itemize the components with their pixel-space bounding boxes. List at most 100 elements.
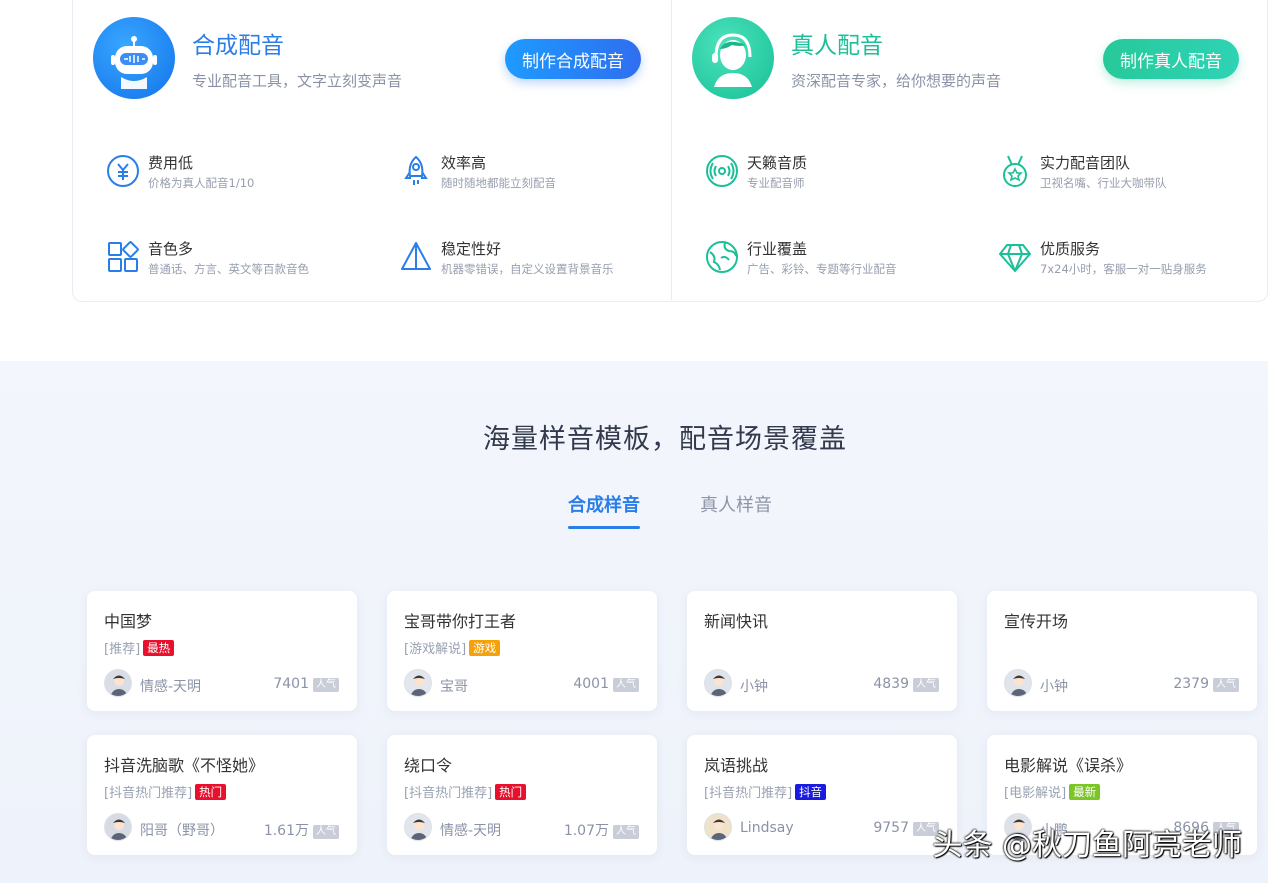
popularity: 4839 人气: [873, 676, 939, 692]
synth-title: 合成配音: [192, 33, 284, 59]
feature-desc: 机器零错误，自定义设置背景音乐: [441, 262, 614, 276]
headset-person-icon: [692, 17, 774, 99]
card-category: [抖音热门推荐]: [104, 786, 193, 801]
template-card[interactable]: 岚语挑战 [抖音热门推荐] 抖音 Lindsay 9757 人气: [687, 735, 957, 855]
card-badge: 最新: [1069, 784, 1101, 800]
voice-name: 小钟: [740, 679, 768, 695]
synth-panel: 合成配音 专业配音工具，文字立刻变声音 制作合成配音 费用低 价格为真人配音1/…: [73, 0, 671, 300]
card-badge: 抖音: [795, 784, 827, 800]
popularity-label: 人气: [313, 825, 339, 839]
feature-team: 实力配音团队 卫视名嘴、行业大咖带队: [998, 152, 1268, 192]
card-tags: [抖音热门推荐] 抖音: [704, 782, 827, 801]
card-badge: 游戏: [469, 640, 501, 656]
tab-human-samples[interactable]: 真人样音: [700, 491, 772, 517]
card-tags: [抖音热门推荐] 热门: [104, 782, 227, 801]
feature-title: 音色多: [148, 240, 194, 258]
card-tags: [游戏解说] 游戏: [404, 638, 501, 657]
card-badge: 热门: [195, 784, 227, 800]
feature-title: 费用低: [148, 154, 194, 172]
watermark: 头条 @秋刀鱼阿亮老师: [932, 828, 1242, 863]
medal-icon: [1003, 155, 1027, 187]
voice-name: 情感-天明: [440, 823, 502, 839]
voice-avatar: [704, 669, 732, 697]
popularity-label: 人气: [613, 825, 639, 839]
popularity-label: 人气: [313, 678, 339, 692]
template-card[interactable]: 抖音洗脑歌《不怪她》 [抖音热门推荐] 热门阳哥（野哥） 1.61万 人气: [87, 735, 357, 855]
popularity-label: 人气: [613, 678, 639, 692]
card-badge: 热门: [495, 784, 527, 800]
tab-synth-samples[interactable]: 合成样音: [568, 491, 640, 517]
popularity-count: 1.61万: [263, 823, 309, 839]
feature-title: 天籁音质: [747, 154, 808, 172]
popularity: 1.61万 人气: [264, 820, 339, 840]
card-category: [抖音热门推荐]: [704, 786, 793, 801]
human-title: 真人配音: [791, 33, 883, 59]
feature-desc: 价格为真人配音1/10: [148, 176, 255, 190]
voice-name: 宝哥: [440, 679, 468, 695]
feature-voices: 音色多 普通话、方言、英文等百款音色: [106, 238, 386, 278]
card-category: [抖音热门推荐]: [404, 786, 493, 801]
voice-avatar: [404, 813, 432, 841]
card-title: 宣传开场: [1004, 612, 1069, 631]
feature-desc: 7x24小时，客服一对一贴身服务: [1040, 262, 1207, 276]
feature-desc: 广告、彩铃、专题等行业配音: [747, 262, 897, 276]
card-title: 电影解说《误杀》: [1004, 756, 1133, 775]
make-human-dub-button[interactable]: 制作真人配音: [1103, 39, 1239, 79]
feature-title: 行业覆盖: [747, 240, 808, 258]
card-category: [电影解说]: [1004, 786, 1067, 801]
feature-title: 优质服务: [1040, 240, 1101, 258]
template-card[interactable]: 绕口令 [抖音热门推荐] 热门情感-天明 1.07万 人气: [387, 735, 657, 855]
make-synth-dub-button[interactable]: 制作合成配音: [505, 39, 641, 79]
card-tags: [抖音热门推荐] 热门: [404, 782, 527, 801]
voice-name: 小钟: [1040, 679, 1068, 695]
template-card[interactable]: 新闻快讯小钟 4839 人气: [687, 591, 957, 711]
voice-name: 情感-天明: [140, 679, 202, 695]
popularity: 2379 人气: [1173, 676, 1239, 692]
voice-avatar: [104, 669, 132, 697]
card-title: 中国梦: [104, 612, 153, 631]
section-title: 海量样音模板，配音场景覆盖: [483, 424, 847, 455]
popularity-count: 2379: [1173, 676, 1209, 692]
feature-sound-quality: 天籁音质 专业配音师: [705, 152, 985, 192]
feature-title: 效率高: [441, 154, 487, 172]
voice-avatar: [404, 669, 432, 697]
feature-desc: 随时随地都能立刻配音: [441, 176, 556, 190]
popularity: 7401 人气: [273, 676, 339, 692]
card-category: [游戏解说]: [404, 642, 467, 657]
template-card[interactable]: 中国梦 [推荐] 最热情感-天明 7401 人气: [87, 591, 357, 711]
feature-panels: 合成配音 专业配音工具，文字立刻变声音 制作合成配音 费用低 价格为真人配音1/…: [72, 0, 1268, 302]
voice-name: 阳哥（野哥）: [140, 823, 224, 839]
pyramid-icon: [401, 242, 431, 270]
popularity-label: 人气: [913, 678, 939, 692]
card-category: [推荐]: [104, 642, 141, 657]
rocket-icon: [404, 155, 428, 185]
card-title: 绕口令: [404, 756, 453, 775]
popularity: 9757 人气: [873, 820, 939, 836]
template-card[interactable]: 宝哥带你打王者 [游戏解说] 游戏 宝哥 4001 人气: [387, 591, 657, 711]
grid-icon: [108, 241, 139, 272]
template-card[interactable]: 宣传开场小钟 2379 人气: [987, 591, 1257, 711]
popularity: 1.07万 人气: [564, 820, 639, 840]
card-title: 岚语挑战: [704, 756, 769, 775]
feature-coverage: 行业覆盖 广告、彩铃、专题等行业配音: [705, 238, 985, 278]
feature-desc: 普通话、方言、英文等百款音色: [148, 262, 309, 276]
card-title: 新闻快讯: [704, 612, 769, 631]
feature-title: 实力配音团队: [1040, 154, 1131, 172]
popularity-count: 4001: [573, 676, 609, 692]
card-badge: 最热: [143, 640, 175, 656]
robot-icon: [93, 17, 175, 99]
popularity-count: 1.07万: [563, 823, 609, 839]
active-tab-indicator: [568, 526, 640, 529]
synth-subtitle: 专业配音工具，文字立刻变声音: [192, 72, 403, 90]
feature-desc: 专业配音师: [747, 176, 805, 190]
card-tags: [推荐] 最热: [104, 638, 175, 657]
voice-avatar: [704, 813, 732, 841]
voice-avatar: [104, 813, 132, 841]
popularity-count: 4839: [873, 676, 909, 692]
card-title: 抖音洗脑歌《不怪她》: [104, 756, 265, 775]
card-title: 宝哥带你打王者: [404, 612, 517, 631]
popularity-count: 7401: [273, 676, 309, 692]
voice-name: Lindsay: [740, 820, 794, 836]
popularity: 4001 人气: [573, 676, 639, 692]
human-subtitle: 资深配音专家，给你想要的声音: [791, 72, 1002, 90]
